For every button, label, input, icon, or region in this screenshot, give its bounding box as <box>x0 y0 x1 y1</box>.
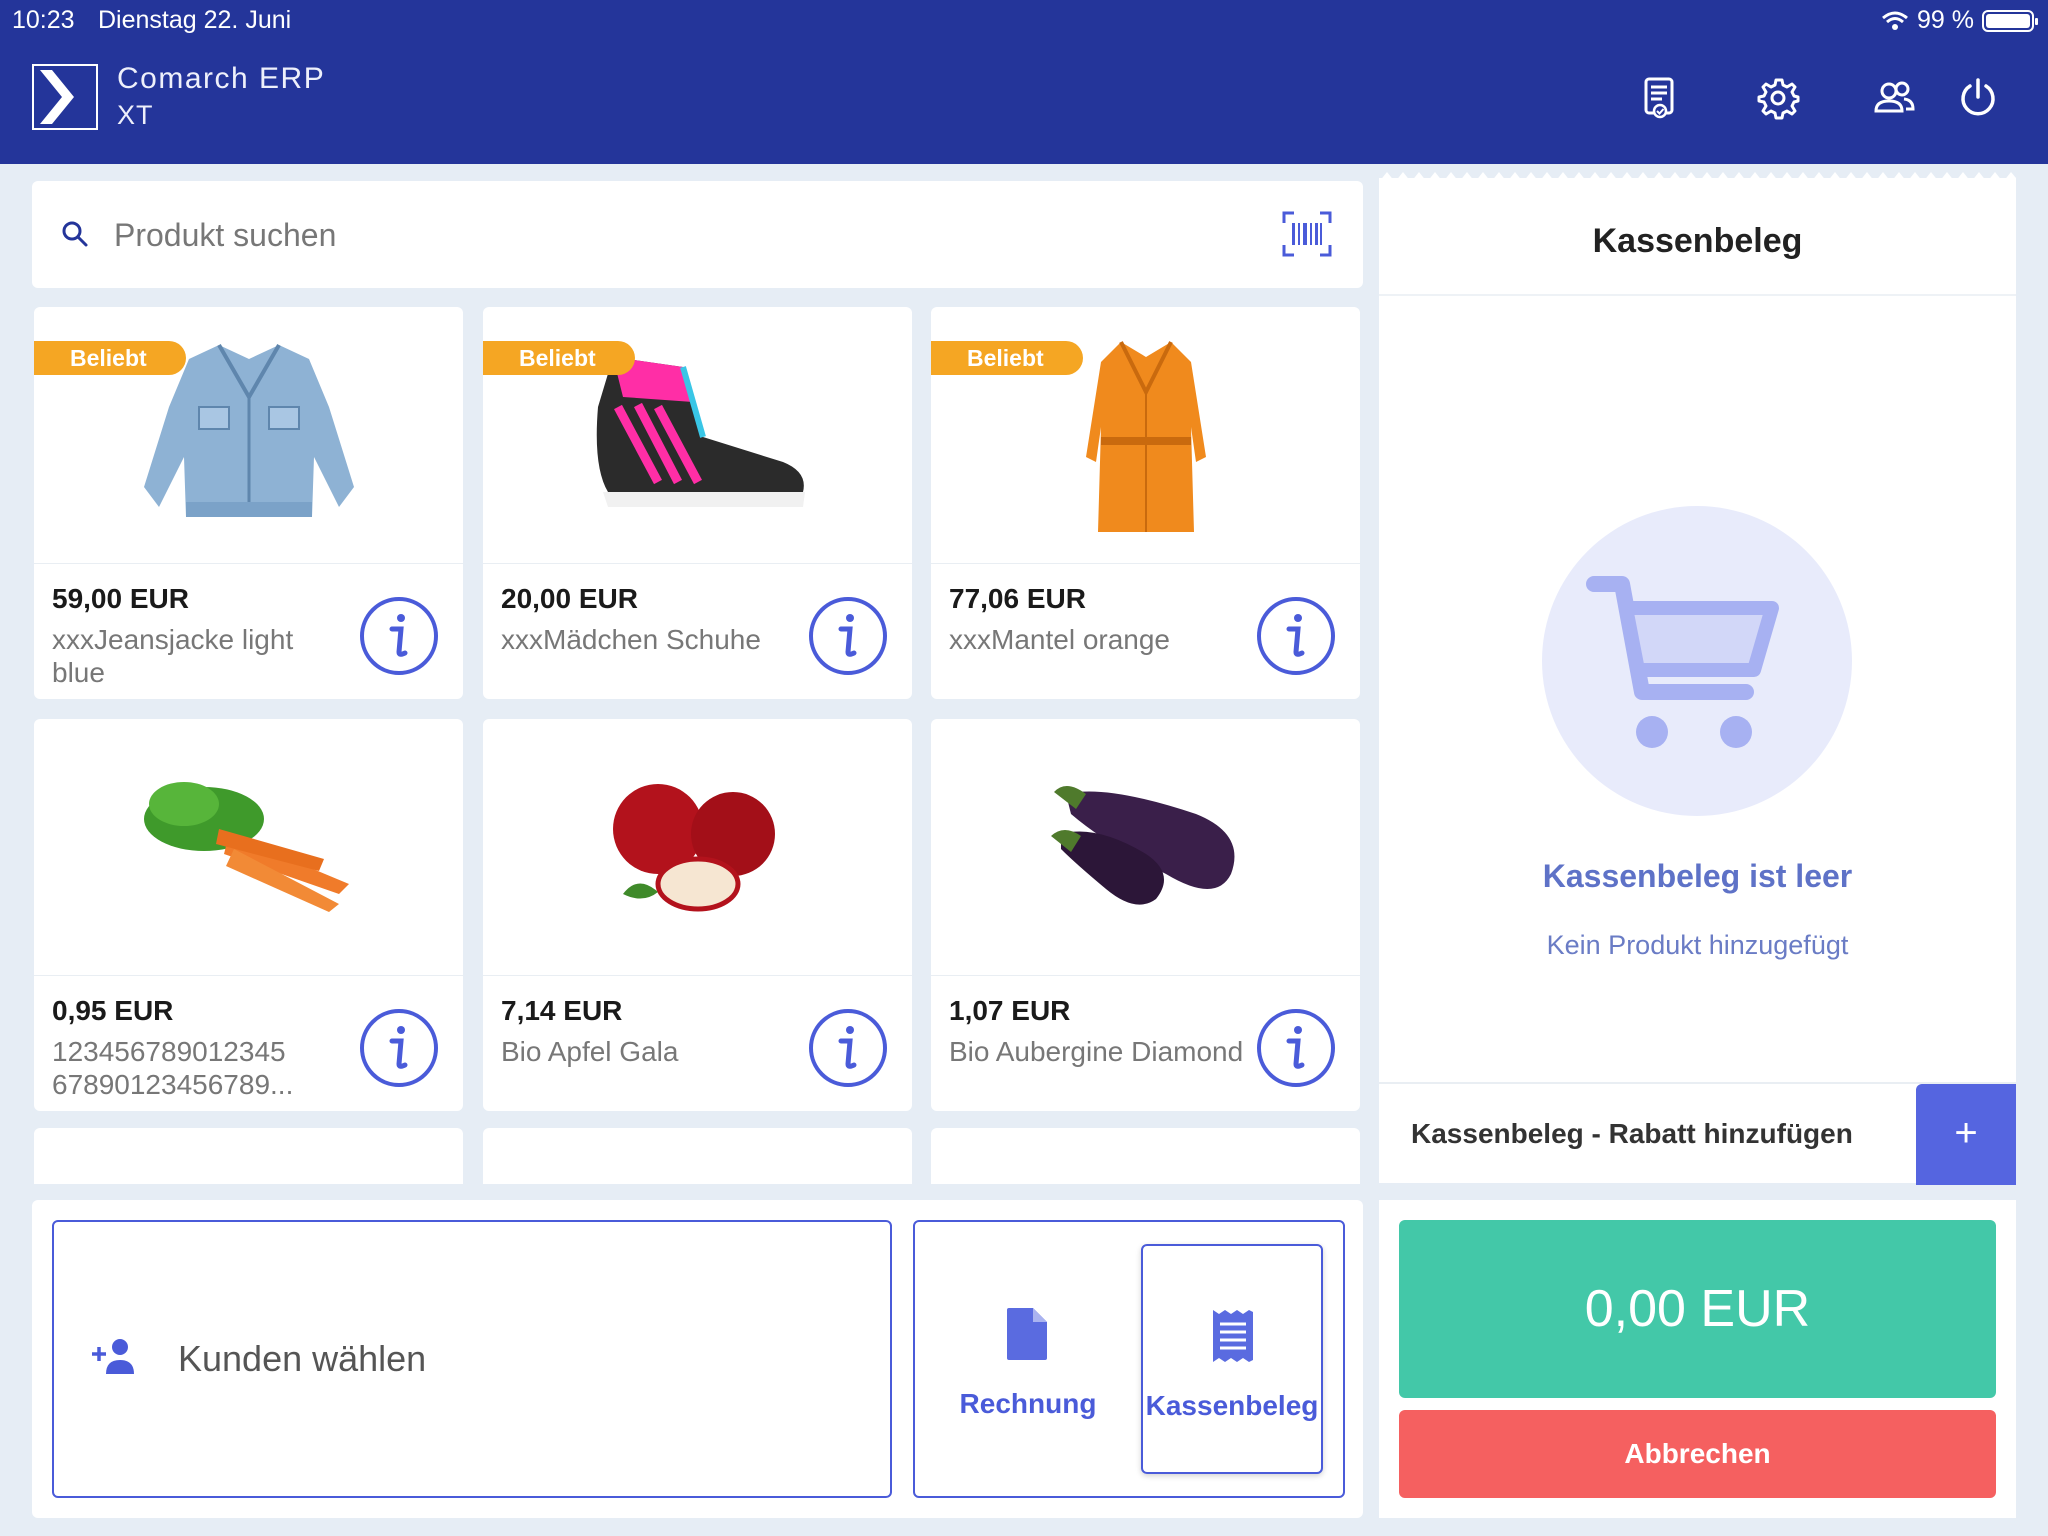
product-card-jeansjacke[interactable]: Beliebt 59,00 EUR xxxJeansjacke light bl… <box>34 307 463 699</box>
app-header: 10:23 Dienstag 22. Juni 99 % Comarch ERP… <box>0 0 2048 164</box>
product-card-apfel[interactable]: 7,14 EUR Bio Apfel Gala <box>483 719 912 1111</box>
users-icon[interactable] <box>1872 76 1916 120</box>
receipt-label: Kassenbeleg <box>1145 1390 1319 1421</box>
status-time: 10:23 <box>12 6 75 34</box>
popular-badge: Beliebt <box>483 341 635 375</box>
add-customer-icon <box>92 1339 134 1374</box>
product-grid: Beliebt 59,00 EUR xxxJeansjacke light bl… <box>32 306 1364 1184</box>
info-icon[interactable] <box>808 1008 888 1088</box>
status-date: Dienstag 22. Juni <box>98 6 292 34</box>
product-price: 77,06 EUR <box>949 583 1086 614</box>
apples-image <box>613 784 775 912</box>
shopping-cart-icon <box>1586 576 1779 748</box>
product-name: Bio Aubergine Diamond <box>949 1036 1244 1067</box>
product-price: 0,95 EUR <box>52 995 174 1026</box>
orange-coat-image <box>1086 341 1206 532</box>
receipt-list-icon[interactable] <box>1638 76 1682 120</box>
info-icon[interactable] <box>1256 596 1336 676</box>
product-price: 20,00 EUR <box>501 583 638 614</box>
info-icon[interactable] <box>808 596 888 676</box>
product-card-schuhe[interactable]: Beliebt 20,00 EUR xxxMädchen Schuhe <box>483 307 912 699</box>
product-price: 1,07 EUR <box>949 995 1071 1026</box>
product-search-bar <box>32 181 1363 288</box>
payment-panel: 0,00 EUR Abbrechen <box>1379 1200 2016 1518</box>
pay-total-button[interactable]: 0,00 EUR <box>1399 1220 1996 1398</box>
divider <box>1379 294 2016 296</box>
aubergine-image <box>1051 785 1235 905</box>
battery-icon <box>1982 9 2038 32</box>
product-name: xxxMantel orange <box>949 624 1171 655</box>
document-type-selector: Rechnung Kassenbeleg <box>913 1220 1345 1498</box>
checkout-options-panel: Kunden wählen Rechnung Kassenbeleg <box>32 1200 1363 1518</box>
info-icon[interactable] <box>1256 1008 1336 1088</box>
product-card-partial[interactable] <box>483 1128 912 1184</box>
empty-receipt-subtitle: Kein Produkt hinzugefügt <box>1546 930 1849 960</box>
product-card-partial[interactable] <box>931 1128 1360 1184</box>
product-name: Bio Apfel Gala <box>501 1036 679 1067</box>
product-name: xxxJeansjacke light blue <box>52 624 294 688</box>
product-image-area <box>931 719 1360 976</box>
select-customer-button[interactable]: Kunden wählen <box>52 1220 892 1498</box>
power-icon[interactable] <box>1956 76 2000 120</box>
product-image-area <box>483 719 912 976</box>
barcode-scan-icon[interactable] <box>1282 211 1332 257</box>
status-indicators: 99 % <box>1881 6 2038 35</box>
popular-badge: Beliebt <box>34 341 186 375</box>
receipt-panel: Kassenbeleg Kassenbeleg ist leer Kein Pr… <box>1379 172 2016 1185</box>
product-search-input[interactable] <box>112 207 1216 264</box>
info-icon[interactable] <box>359 1008 439 1088</box>
product-card-karotten[interactable]: 0,95 EUR 123456789012345 67890123456789.… <box>34 719 463 1111</box>
carrots-image <box>144 782 349 912</box>
receipt-option[interactable]: Kassenbeleg <box>1141 1244 1323 1474</box>
brand-name: Comarch ERP <box>117 62 326 95</box>
product-image-area <box>34 719 463 976</box>
product-price: 7,14 EUR <box>501 995 623 1026</box>
wifi-icon <box>1882 11 1908 30</box>
popular-badge: Beliebt <box>931 341 1083 375</box>
empty-receipt-title: Kassenbeleg ist leer <box>1542 858 1853 894</box>
receipt-icon <box>1213 1310 1253 1362</box>
invoice-label: Rechnung <box>959 1388 1097 1419</box>
cancel-button[interactable]: Abbrechen <box>1399 1410 1996 1498</box>
product-card-partial[interactable] <box>34 1128 463 1184</box>
document-icon <box>1007 1308 1047 1360</box>
product-card-aubergine[interactable]: 1,07 EUR Bio Aubergine Diamond <box>931 719 1360 1111</box>
select-customer-label: Kunden wählen <box>178 1338 427 1379</box>
receipt-title: Kassenbeleg <box>1592 222 1803 260</box>
invoice-option[interactable]: Rechnung <box>937 1244 1119 1474</box>
product-name: 123456789012345 67890123456789... <box>52 1036 294 1100</box>
search-icon <box>62 221 88 247</box>
product-price: 59,00 EUR <box>52 583 189 614</box>
product-name: xxxMädchen Schuhe <box>501 624 761 655</box>
info-icon[interactable] <box>359 596 439 676</box>
product-card-mantel[interactable]: Beliebt 77,06 EUR xxxMantel orange <box>931 307 1360 699</box>
receipt-discount-row: Kassenbeleg - Rabatt hinzufügen + <box>1379 1082 2016 1185</box>
receipt-edge <box>1379 172 2016 182</box>
battery-percent: 99 % <box>1917 6 1974 34</box>
brand-edition: XT <box>117 100 154 130</box>
comarch-logo <box>32 64 98 130</box>
settings-gear-icon[interactable] <box>1756 76 1800 120</box>
discount-label: Kassenbeleg - Rabatt hinzufügen <box>1411 1118 1853 1149</box>
add-discount-button[interactable]: + <box>1916 1084 2016 1185</box>
empty-cart-illustration <box>1542 506 1852 816</box>
